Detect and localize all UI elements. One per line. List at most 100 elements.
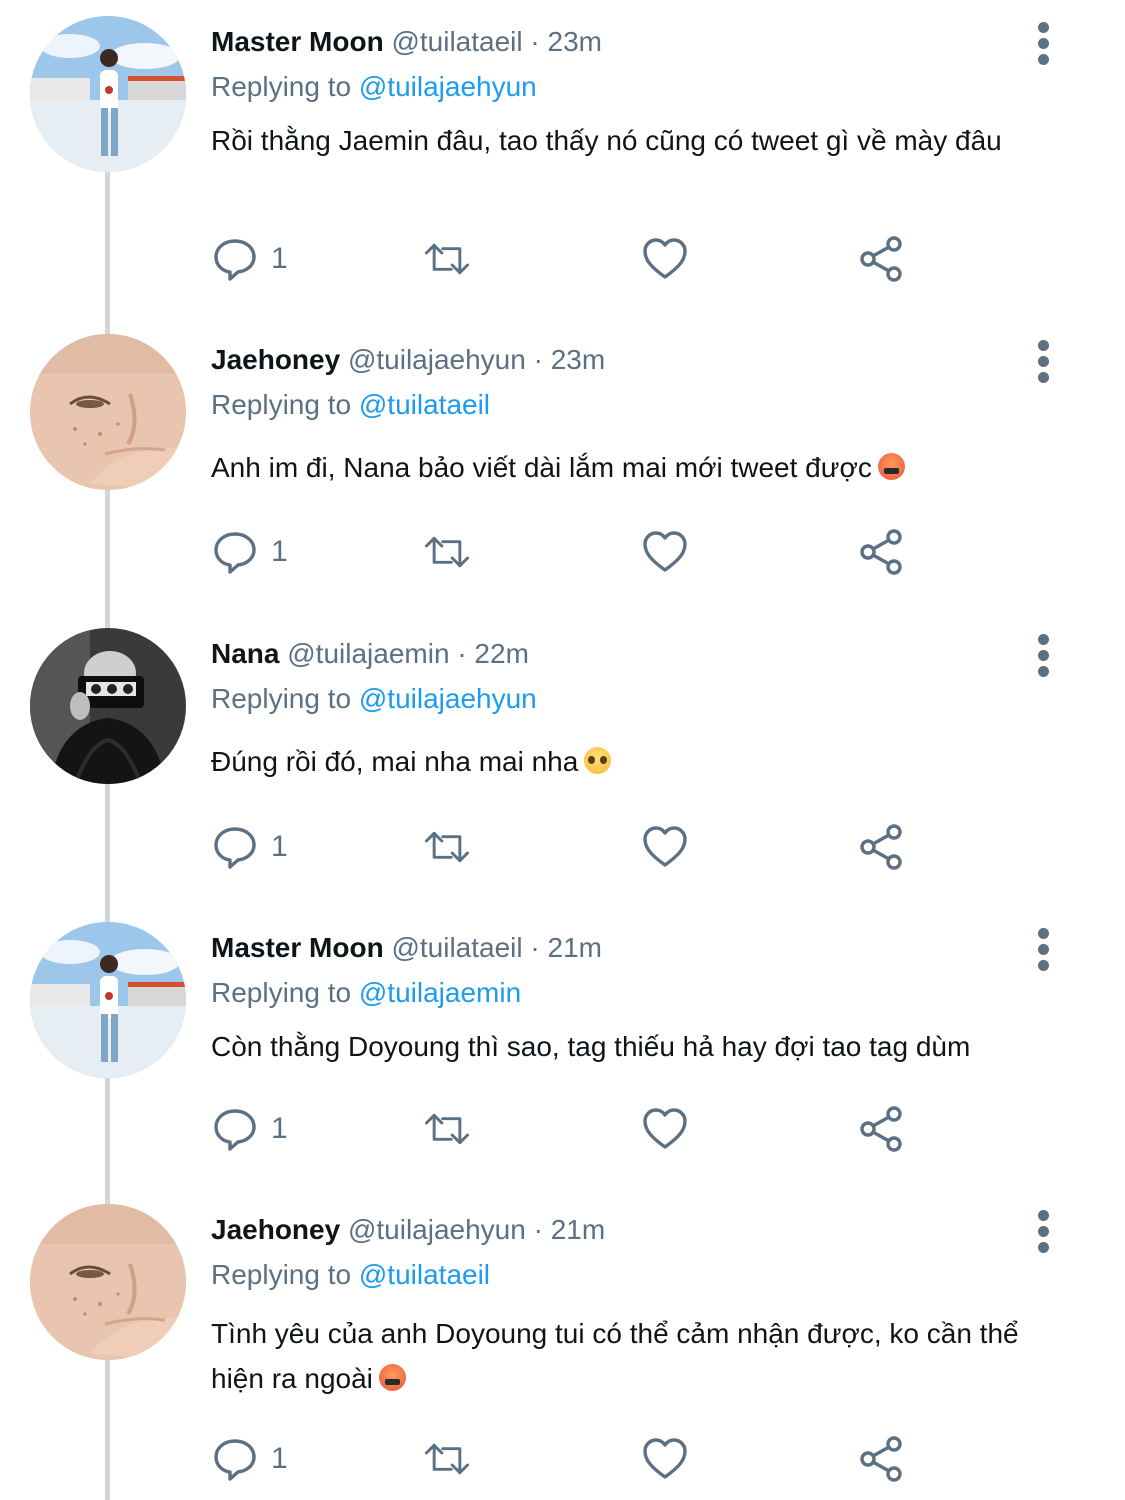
timestamp[interactable]: 21m: [548, 932, 602, 963]
display-name[interactable]: Nana: [211, 638, 279, 669]
tweet-header: Nana @tuilajaemin · 22m: [211, 636, 529, 672]
tweet-text-content: Rồi thằng Jaemin đâu, tao thấy nó cũng c…: [211, 125, 1002, 156]
avatar-photo-camera: [30, 628, 186, 784]
reply-count: 1: [271, 1112, 288, 1145]
retweet-button[interactable]: [423, 822, 471, 872]
reply-button[interactable]: 1: [211, 1104, 288, 1154]
share-icon: [860, 236, 902, 282]
like-icon: [643, 1108, 687, 1149]
username[interactable]: @tuilajaehyun: [348, 344, 526, 375]
reply-icon: [214, 1109, 256, 1151]
replying-to: Replying to @tuilajaehyun: [211, 69, 537, 105]
more-icon[interactable]: [1030, 1210, 1058, 1254]
separator: ·: [533, 1214, 543, 1245]
timestamp[interactable]: 22m: [474, 638, 528, 669]
tweet-text-content: Còn thằng Doyoung thì sao, tag thiếu hả …: [211, 1031, 971, 1062]
display-name[interactable]: Master Moon: [211, 26, 384, 57]
avatar[interactable]: [30, 922, 186, 1078]
like-icon: [643, 826, 687, 867]
reply-button[interactable]: 1: [211, 822, 288, 872]
replying-to-mention[interactable]: @tuilajaemin: [359, 977, 521, 1008]
avatar[interactable]: [30, 16, 186, 172]
share-icon: [860, 824, 902, 870]
reply-count: 1: [271, 830, 288, 863]
reply-count: 1: [271, 242, 288, 275]
display-name[interactable]: Master Moon: [211, 932, 384, 963]
more-icon[interactable]: [1030, 22, 1058, 66]
more-icon[interactable]: [1030, 928, 1058, 972]
username[interactable]: @tuilataeil: [391, 932, 522, 963]
share-icon: [860, 529, 902, 575]
replying-to: Replying to @tuilajaemin: [211, 975, 521, 1011]
share-button[interactable]: [857, 822, 905, 872]
like-button[interactable]: [641, 822, 689, 872]
display-name[interactable]: Jaehoney: [211, 1214, 340, 1245]
avatar[interactable]: [30, 628, 186, 784]
like-button[interactable]: [641, 1104, 689, 1154]
tweet-text-content: Anh im đi, Nana bảo viết dài lắm mai mới…: [211, 452, 872, 483]
username[interactable]: @tuilajaehyun: [348, 1214, 526, 1245]
action-bar: 1: [211, 234, 911, 284]
avatar[interactable]: [30, 1204, 186, 1360]
username[interactable]: @tuilataeil: [391, 26, 522, 57]
avatar-photo-closeup: [30, 1204, 186, 1360]
timestamp[interactable]: 21m: [551, 1214, 605, 1245]
replying-prefix: Replying to: [211, 683, 352, 714]
replying-to-mention[interactable]: @tuilajaehyun: [359, 683, 537, 714]
replying-prefix: Replying to: [211, 389, 352, 420]
reply-icon: [214, 1439, 256, 1481]
replying-to-mention[interactable]: @tuilataeil: [359, 389, 490, 420]
replying-to: Replying to @tuilataeil: [211, 1257, 490, 1293]
replying-prefix: Replying to: [211, 1259, 352, 1290]
avatar-photo-outdoor: [30, 922, 186, 1078]
retweet-button[interactable]: [423, 1104, 471, 1154]
action-bar: 1: [211, 822, 911, 872]
timestamp[interactable]: 23m: [548, 26, 602, 57]
reply-button[interactable]: 1: [211, 234, 288, 284]
retweet-icon: [424, 536, 470, 568]
replying-to: Replying to @tuilajaehyun: [211, 681, 537, 717]
tweet-text: Anh im đi, Nana bảo viết dài lắm mai mới…: [211, 450, 1071, 486]
retweet-icon: [424, 831, 470, 863]
share-button[interactable]: [857, 234, 905, 284]
timestamp[interactable]: 23m: [551, 344, 605, 375]
display-name[interactable]: Jaehoney: [211, 344, 340, 375]
replying-to-mention[interactable]: @tuilajaehyun: [359, 71, 537, 102]
like-button[interactable]: [641, 1434, 689, 1484]
tweet-text: Tình yêu của anh Doyoung tui có thể cảm …: [211, 1311, 1071, 1401]
like-button[interactable]: [641, 527, 689, 577]
retweet-icon: [424, 243, 470, 275]
like-button[interactable]: [641, 234, 689, 284]
action-bar: 1: [211, 527, 911, 577]
share-button[interactable]: [857, 1434, 905, 1484]
avatar[interactable]: [30, 334, 186, 490]
share-button[interactable]: [857, 527, 905, 577]
share-icon: [860, 1106, 902, 1152]
share-button[interactable]: [857, 1104, 905, 1154]
reply-button[interactable]: 1: [211, 1434, 288, 1484]
separator: ·: [457, 638, 467, 669]
reply-button[interactable]: 1: [211, 527, 288, 577]
tweet-header: Master Moon @tuilataeil · 23m: [211, 24, 602, 60]
reply-icon: [214, 239, 256, 281]
retweet-icon: [424, 1113, 470, 1145]
reply-count: 1: [271, 1442, 288, 1475]
replying-prefix: Replying to: [211, 71, 352, 102]
reply-count: 1: [271, 535, 288, 568]
more-icon[interactable]: [1030, 634, 1058, 678]
retweet-button[interactable]: [423, 234, 471, 284]
separator: ·: [530, 932, 540, 963]
tweet-text-content: Đúng rồi đó, mai nha mai nha: [211, 746, 579, 777]
tweet-header: Jaehoney @tuilajaehyun · 23m: [211, 342, 605, 378]
retweet-button[interactable]: [423, 527, 471, 577]
tweet-text-content: Tình yêu của anh Doyoung tui có thể cảm …: [211, 1318, 1019, 1394]
more-icon[interactable]: [1030, 340, 1058, 384]
separator: ·: [533, 344, 543, 375]
tweet-header: Master Moon @tuilataeil · 21m: [211, 930, 602, 966]
like-icon: [643, 238, 687, 279]
replying-to-mention[interactable]: @tuilataeil: [359, 1259, 490, 1290]
action-bar: 1: [211, 1104, 911, 1154]
retweet-button[interactable]: [423, 1434, 471, 1484]
username[interactable]: @tuilajaemin: [287, 638, 449, 669]
tweet-header: Jaehoney @tuilajaehyun · 21m: [211, 1212, 605, 1248]
